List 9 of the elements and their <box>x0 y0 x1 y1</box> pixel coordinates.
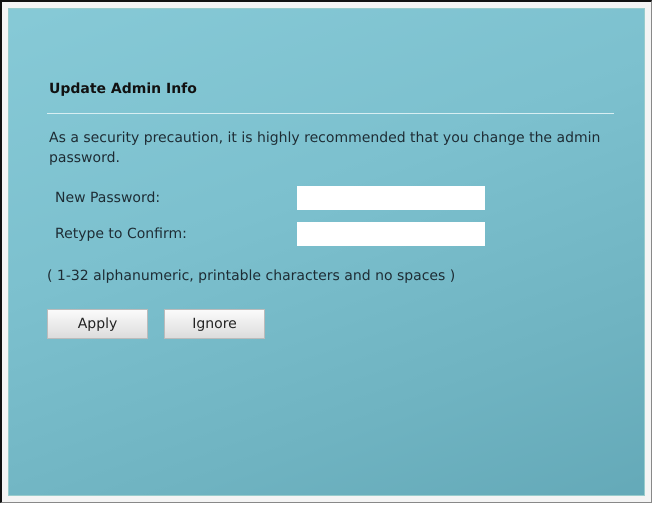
hint-text: ( 1-32 alphanumeric, printable characters and no spaces ) <box>47 267 456 286</box>
password-field[interactable] <box>297 186 485 210</box>
action-button[interactable]: Ignore <box>164 309 265 339</box>
action-button[interactable]: Apply <box>47 309 148 339</box>
field-label: Retype to Confirm: <box>55 224 188 244</box>
message-text: As a security precaution, it is highly recommended that you change the admin password. <box>49 129 602 168</box>
field-label: New Password: <box>55 188 162 208</box>
password-field[interactable] <box>297 222 485 246</box>
dialog-title: Update Admin Info <box>49 80 198 99</box>
